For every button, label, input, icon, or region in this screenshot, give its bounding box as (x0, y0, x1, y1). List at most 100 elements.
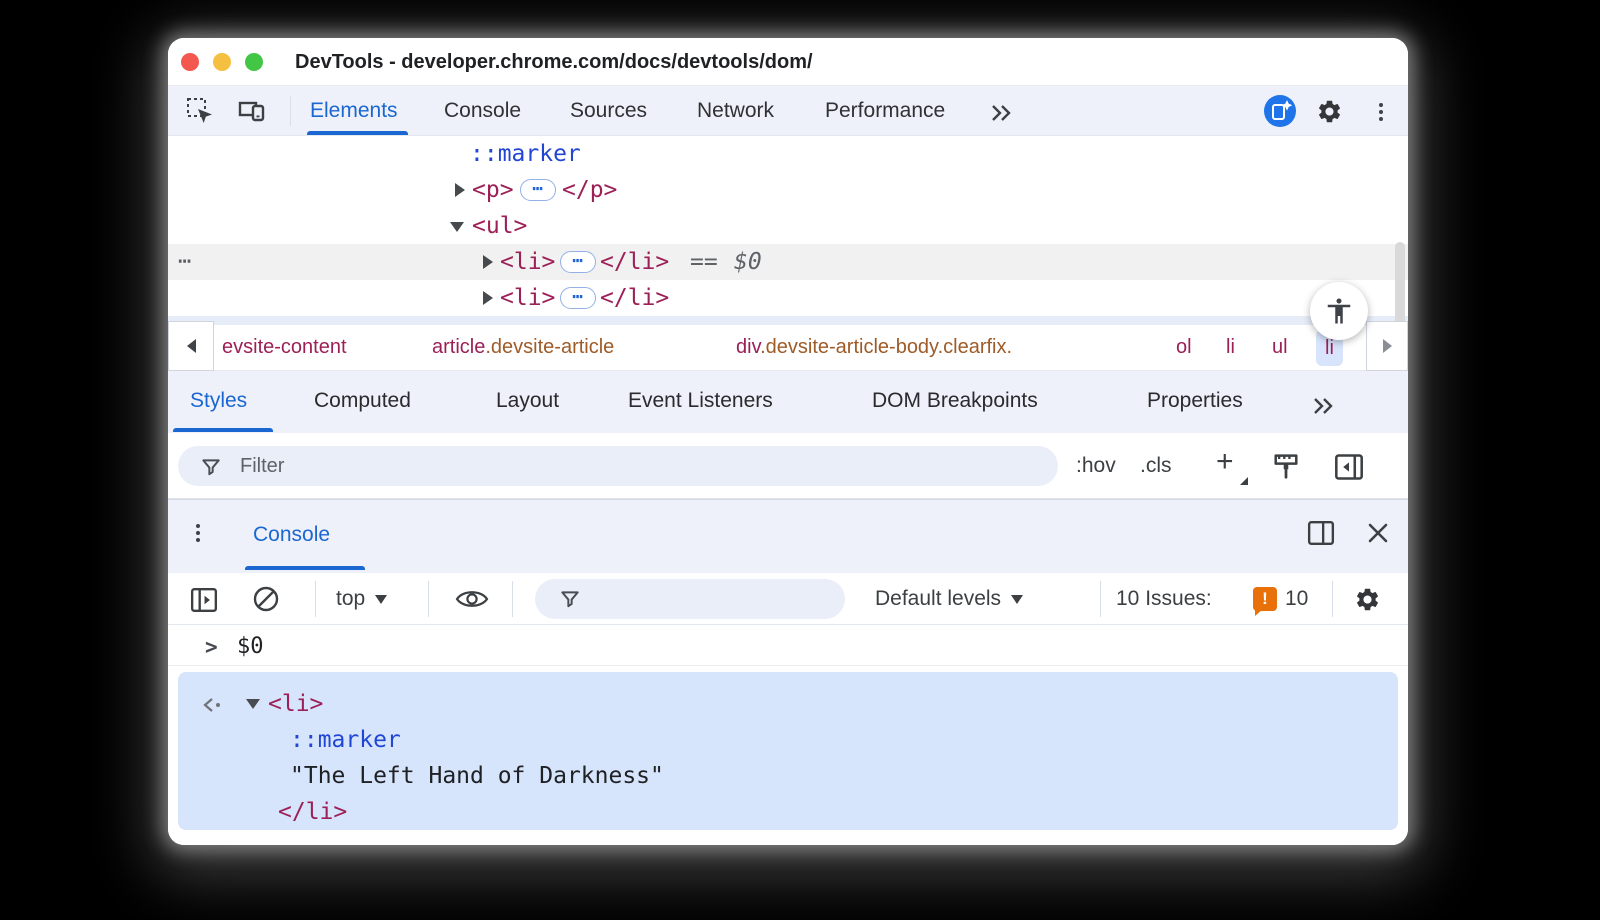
tab-dom-breakpoints[interactable]: DOM Breakpoints (872, 371, 1038, 431)
tab-console[interactable]: Console (444, 86, 521, 135)
console-toolbar: top Default levels 10 Issues: ! 10 (168, 573, 1408, 625)
rendering-emulation-icon[interactable] (1270, 451, 1302, 483)
active-tab-underline (307, 131, 408, 135)
dom-row-p[interactable]: <p> ⋯ </p> (168, 172, 1408, 208)
close-tag[interactable]: </li> (278, 799, 347, 825)
collapse-arrow-icon[interactable] (246, 699, 260, 709)
breadcrumb-scroll-right-button[interactable] (1366, 321, 1408, 371)
device-toolbar-icon[interactable] (237, 96, 267, 126)
result-line-close[interactable]: </li> (178, 794, 1398, 830)
log-levels-dropdown[interactable]: Default levels (875, 573, 1024, 625)
open-tag[interactable]: <li> (268, 691, 323, 717)
gear-icon (1318, 100, 1340, 122)
console-filter-field[interactable] (535, 579, 845, 619)
gear-icon (1356, 588, 1379, 611)
tab-sources[interactable]: Sources (570, 86, 647, 135)
show-console-sidebar-icon[interactable] (190, 586, 218, 614)
more-tabs-icon[interactable] (986, 98, 1016, 128)
caret-down-icon (375, 594, 388, 604)
breadcrumb-item[interactable]: ul (1272, 325, 1288, 370)
dom-row-li-selected[interactable]: ⋯ <li> ⋯ </li> == $0 (168, 244, 1408, 280)
console-command[interactable]: $0 (237, 629, 264, 665)
console-prompt-chevron: > (205, 635, 218, 659)
styles-filter-field[interactable] (178, 446, 1058, 486)
collapse-sidebar-icon[interactable] (1334, 452, 1364, 482)
new-style-rule-corner (1240, 477, 1248, 485)
feedback-icon[interactable] (1263, 94, 1297, 128)
tab-styles[interactable]: Styles (190, 371, 247, 431)
inline-expand-button[interactable]: ⋯ (560, 251, 596, 273)
create-live-expression-icon[interactable] (455, 587, 489, 611)
dom-row-marker[interactable]: ::marker (168, 136, 1408, 172)
result-line-text[interactable]: "The Left Hand of Darkness" (178, 758, 1398, 794)
element-classes-button[interactable]: .cls (1140, 433, 1172, 498)
zoom-window-button[interactable] (245, 53, 263, 71)
toggle-element-state-button[interactable]: :hov (1076, 433, 1116, 498)
panel-left-arrow-icon (1335, 454, 1363, 480)
close-drawer-icon[interactable] (1366, 521, 1390, 545)
split-panel-icon[interactable] (1307, 519, 1335, 547)
pseudo-element-label[interactable]: ::marker (470, 136, 581, 172)
pseudo-element-label[interactable]: ::marker (290, 727, 401, 753)
tab-performance[interactable]: Performance (825, 86, 945, 135)
close-tag[interactable]: </p> (562, 172, 617, 208)
filter-funnel-icon (200, 456, 222, 478)
expand-arrow-icon[interactable] (483, 255, 493, 269)
console-command-row[interactable]: > $0 (168, 629, 1408, 665)
open-tag[interactable]: <p> (472, 172, 514, 208)
breadcrumb-item[interactable]: div.devsite-article-body.clearfix. (736, 325, 1012, 370)
breadcrumb-item[interactable]: ol (1176, 325, 1192, 370)
expand-arrow-icon[interactable] (455, 183, 465, 197)
accessibility-button[interactable] (1310, 282, 1368, 340)
clear-console-icon[interactable] (252, 585, 280, 613)
toolbar-divider (1100, 581, 1101, 617)
issues-count[interactable]: 10 (1285, 573, 1308, 625)
expand-arrow-icon[interactable] (483, 291, 493, 305)
tab-layout[interactable]: Layout (496, 371, 559, 431)
breadcrumb-item[interactable]: li (1226, 325, 1235, 370)
close-tag[interactable]: </li> (600, 280, 669, 316)
inline-expand-button[interactable]: ⋯ (520, 179, 556, 201)
new-style-rule-button[interactable]: + (1216, 433, 1234, 491)
result-line-open[interactable]: <li> (178, 686, 1398, 722)
issues-badge-icon[interactable]: ! (1253, 587, 1277, 616)
minimize-window-button[interactable] (213, 53, 231, 71)
javascript-context-dropdown[interactable]: top (336, 573, 388, 625)
more-sidebar-tabs-icon[interactable] (1308, 391, 1338, 421)
text-node[interactable]: "The Left Hand of Darkness" (290, 763, 664, 789)
console-filter-input[interactable] (591, 579, 831, 619)
tab-elements[interactable]: Elements (310, 86, 398, 135)
issues-counter[interactable]: 10 Issues: (1116, 573, 1212, 625)
settings-gear-icon[interactable] (1314, 96, 1344, 126)
tab-network[interactable]: Network (697, 86, 774, 135)
result-line-marker[interactable]: ::marker (178, 722, 1398, 758)
breadcrumb-item[interactable]: article.devsite-article (432, 325, 614, 370)
drawer-tab-console[interactable]: Console (253, 500, 330, 570)
console-settings-icon[interactable] (1354, 586, 1381, 613)
tab-computed[interactable]: Computed (314, 371, 411, 431)
close-tag[interactable]: </li> (600, 244, 669, 280)
breadcrumb-item[interactable]: evsite-content (222, 325, 347, 370)
inspect-element-icon[interactable] (185, 96, 215, 126)
main-menu-kebab-icon[interactable] (1366, 97, 1396, 127)
chevron-double-icon (1314, 398, 1333, 414)
tab-event-listeners[interactable]: Event Listeners (628, 371, 773, 431)
chevron-double-icon (992, 105, 1011, 121)
open-tag[interactable]: <li> (500, 244, 555, 280)
console-result-block[interactable]: <li> ::marker "The Left Hand of Darkness… (178, 672, 1398, 830)
breadcrumb-scroll-left-button[interactable] (168, 321, 214, 371)
open-tag[interactable]: <li> (500, 280, 555, 316)
open-tag[interactable]: <ul> (472, 208, 527, 244)
tab-properties[interactable]: Properties (1147, 371, 1243, 431)
drawer-menu-kebab-icon[interactable] (196, 524, 200, 542)
inline-expand-button[interactable]: ⋯ (560, 287, 596, 309)
panel-divider (168, 316, 1408, 325)
inspect-element-icon (187, 98, 212, 123)
styles-filter-input[interactable] (238, 446, 1028, 486)
collapse-arrow-icon[interactable] (450, 222, 464, 232)
title-bar: DevTools - developer.chrome.com/docs/dev… (168, 38, 1408, 86)
dom-row-li[interactable]: <li> ⋯ </li> (168, 280, 1408, 316)
close-window-button[interactable] (181, 53, 199, 71)
dom-row-ul[interactable]: <ul> (168, 208, 1408, 244)
drag-handle-icon[interactable]: ⋯ (178, 244, 192, 280)
